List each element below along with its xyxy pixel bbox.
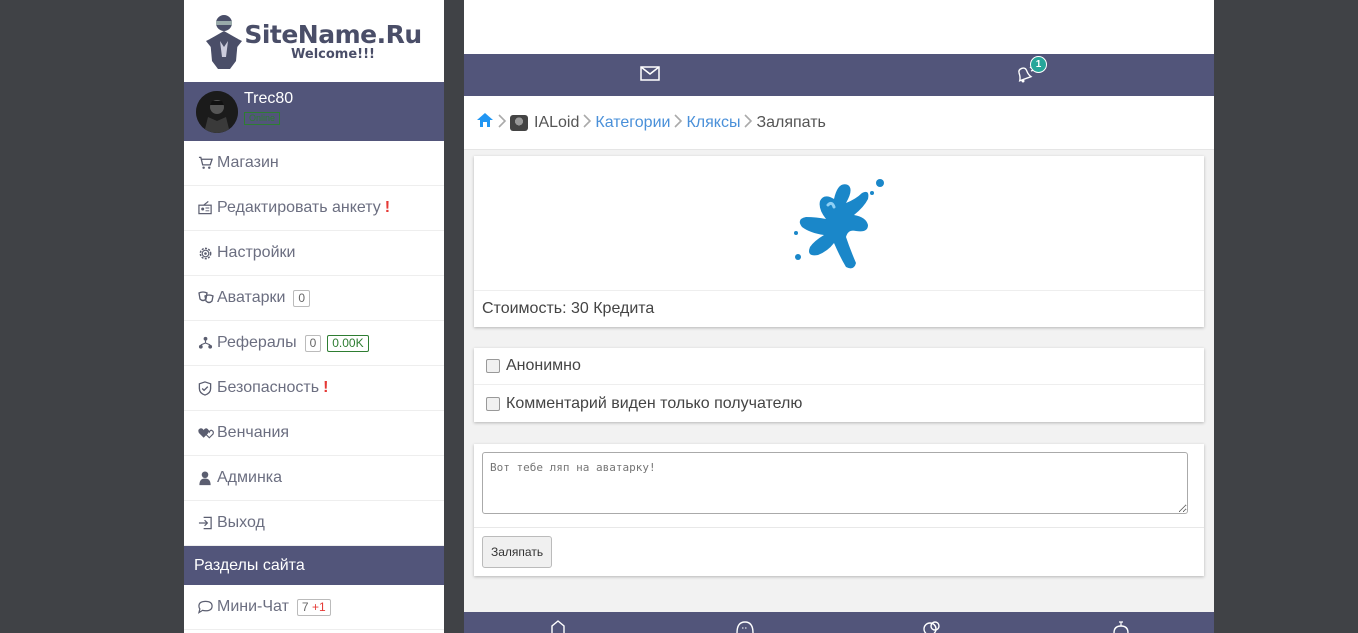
sidebar-item-logout[interactable]: Выход [184,501,444,546]
breadcrumb: IALoid Категории Кляксы Заляпать [464,96,1214,150]
anonymous-checkbox[interactable] [486,359,500,373]
sidebar-item-shop[interactable]: Магазин [184,141,444,186]
home-outline-icon[interactable] [550,620,566,633]
splat-submit-button[interactable]: Заляпать [482,536,553,568]
admin-icon [198,470,216,486]
bottom-nav-bar [464,612,1214,633]
sidebar-item-label: Венчания [217,424,290,441]
sidebar-item-label: Безопасность [217,379,320,396]
home-icon[interactable] [476,112,494,133]
item-card: Стоимость: 30 Кредита [474,156,1204,327]
sidebar-item-security[interactable]: Безопасность ! [184,366,444,411]
sidebar-item-label: Мини-Чат [217,598,289,615]
mail-icon[interactable] [640,66,660,86]
anonymous-label: Анонимно [506,357,581,374]
user-avatar-icon [510,114,528,131]
ninja-mascot-icon [206,15,243,69]
sidebar-item-label: Магазин [217,154,279,171]
site-logo[interactable]: SiteName.Ru Welcome!!! [184,0,444,82]
sidebar-item-label: Выход [217,514,265,531]
notifications-badge: 1 [1030,56,1047,73]
chat-bubble-icon [198,600,216,614]
top-nav-bar: 1 [464,54,1214,96]
avatar[interactable] [196,90,238,133]
chevron-right-icon [743,114,753,131]
anonymous-option[interactable]: Анонимно [474,348,1204,385]
sidebar: SiteName.Ru Welcome!!! Trec80 Online Маг… [184,0,444,633]
gear-icon [198,246,216,261]
masks-icon [198,291,216,305]
breadcrumb-current: Заляпать [756,113,826,131]
sidebar-item-label: Редактировать анкету [217,199,381,216]
sidebar-item-avatars[interactable]: Аватарки 0 [184,276,444,321]
sidebar-item-label: Админка [217,469,283,486]
games-icon[interactable] [1112,620,1130,633]
avatars-count: 0 [293,289,311,307]
sidebar-item-referrals[interactable]: Рефералы 0 0.00K [184,321,444,366]
logout-icon [198,516,216,530]
comment-input[interactable] [482,452,1188,514]
item-image [474,156,1204,291]
referrals-count: 0 [304,334,322,352]
sidebar-item-mini-chat[interactable]: Мини-Чат 7 +1 [184,585,444,630]
referrals-balance: 0.00K [327,334,369,352]
main-content: 1 IALoid Категории Кляксы Заляпать Стоим… [464,0,1214,633]
forum-icon[interactable] [736,620,754,633]
chevron-right-icon [497,114,507,131]
alert-mark: ! [323,379,329,396]
comment-card: Заляпать [474,444,1204,576]
breadcrumb-categories[interactable]: Категории [595,114,670,132]
hearts-icon [198,426,216,440]
username[interactable]: Trec80 [244,90,293,108]
shield-icon [198,380,216,396]
private-comment-label: Комментарий виден только получателю [506,394,803,412]
sidebar-item-label: Аватарки [217,289,286,306]
private-comment-checkbox[interactable] [486,396,500,411]
chevron-right-icon [582,114,592,131]
friends-icon[interactable] [922,620,940,633]
chat-count-total: 7 [301,599,309,614]
options-card: Анонимно Комментарий виден только получа… [474,348,1204,422]
profile-edit-icon [198,201,216,215]
chat-count-new: +1 [311,599,326,614]
chevron-right-icon [673,114,683,131]
cart-icon [198,156,216,170]
header-area [464,0,1214,54]
referrals-icon [198,336,216,350]
ink-splat-icon [794,178,884,268]
sidebar-item-edit-profile[interactable]: Редактировать анкету ! [184,186,444,231]
sidebar-item-label: Рефералы [217,334,297,351]
logo-title: SiteName.Ru [244,19,422,49]
item-cost: Стоимость: 30 Кредита [482,300,655,317]
sidebar-item-settings[interactable]: Настройки [184,231,444,276]
sidebar-item-admin[interactable]: Админка [184,456,444,501]
breadcrumb-user[interactable]: IALoid [534,114,579,132]
sidebar-item-weddings[interactable]: Венчания [184,411,444,456]
breadcrumb-blots[interactable]: Кляксы [686,114,740,132]
alert-mark: ! [384,199,391,216]
status-badge: Online [244,111,281,125]
sidebar-item-label: Настройки [217,244,296,261]
logo-subtitle: Welcome!!! [291,46,375,62]
user-panel[interactable]: Trec80 Online [184,82,444,141]
chat-count: 7 +1 [296,598,331,616]
private-comment-option[interactable]: Комментарий виден только получателю [474,385,1204,422]
divider [474,527,1204,528]
section-header-site-sections: Разделы сайта [184,546,444,585]
